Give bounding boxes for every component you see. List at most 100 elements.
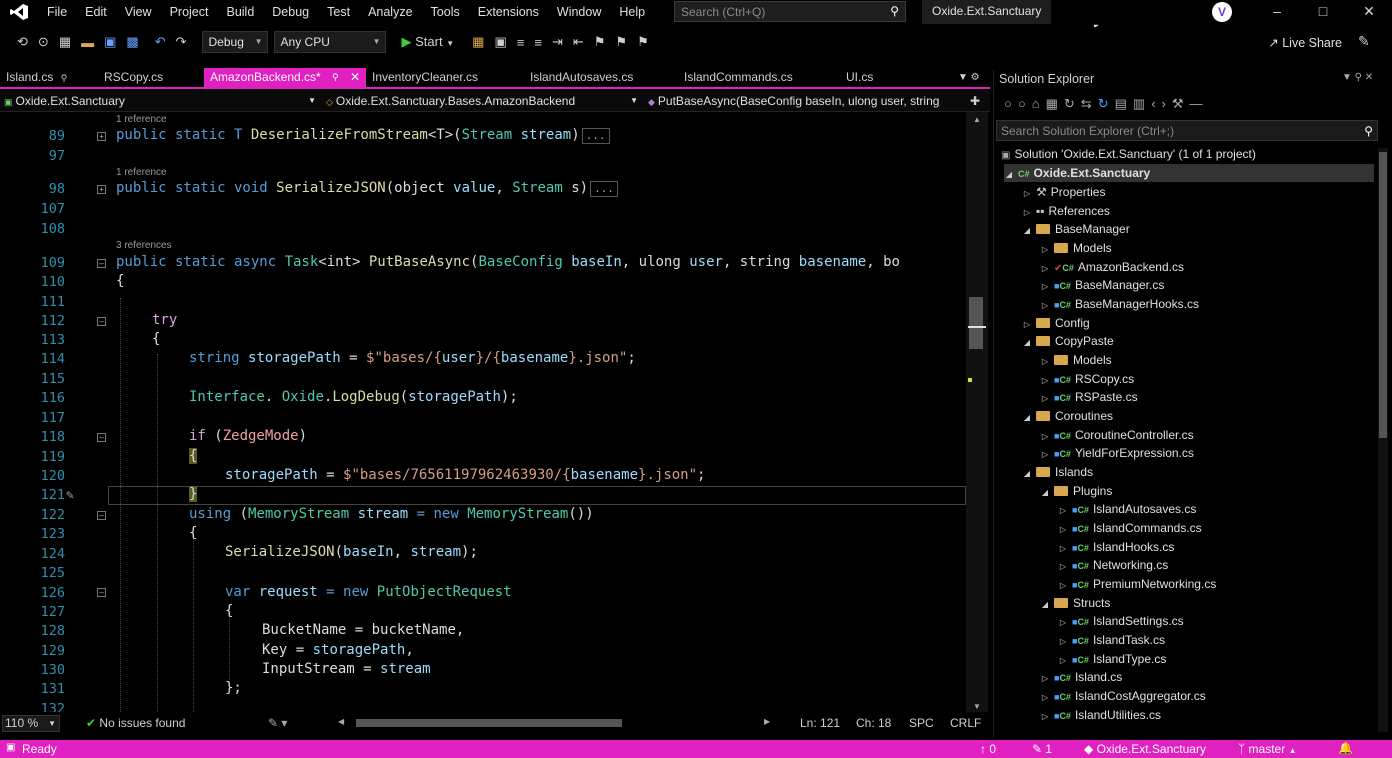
collapse-icon[interactable]: – bbox=[97, 588, 106, 597]
undo-icon[interactable]: ↶ bbox=[150, 34, 171, 50]
start-button[interactable]: ▶ Start ▼ bbox=[397, 34, 460, 50]
chevron-right-icon[interactable]: ▷ bbox=[1058, 614, 1068, 632]
tree-item-folder[interactable]: ◢ BaseManager bbox=[1022, 220, 1130, 238]
chevron-down-icon[interactable]: ◢ bbox=[1022, 222, 1032, 240]
code-icon[interactable]: ‹› bbox=[1151, 96, 1172, 111]
push-indicator[interactable]: ↑ 0 bbox=[980, 742, 996, 756]
tree-item-file[interactable]: ▷ ■C# RSPaste.cs bbox=[1040, 388, 1138, 406]
chevron-right-icon[interactable]: ▷ bbox=[1040, 278, 1050, 296]
menu-view[interactable]: View bbox=[116, 0, 161, 24]
scroll-up-icon[interactable]: ▲ bbox=[973, 115, 981, 124]
attach-icon[interactable]: ▦ bbox=[467, 34, 489, 50]
platform-dropdown[interactable]: Any CPU ▼ bbox=[273, 31, 386, 53]
tree-item-file[interactable]: ▷ ■C# IslandAutosaves.cs bbox=[1058, 500, 1196, 518]
tree-item-properties[interactable]: ▷ ⚒ Properties bbox=[1022, 183, 1106, 203]
collapsed-region[interactable]: ... bbox=[581, 128, 610, 144]
tree-item-folder[interactable]: ▷ Config bbox=[1022, 314, 1090, 332]
chevron-right-icon[interactable]: ▷ bbox=[1040, 446, 1050, 464]
menu-analyze[interactable]: Analyze bbox=[359, 0, 421, 24]
chevron-right-icon[interactable]: ▷ bbox=[1022, 185, 1032, 203]
tree-item-file[interactable]: ▷ ■C# BaseManagerHooks.cs bbox=[1040, 295, 1199, 313]
open-folder-icon[interactable]: ▬ bbox=[76, 35, 99, 50]
code-editor[interactable]: ✎ 89 97 98 107 108 109 110 111 112 113 1… bbox=[0, 112, 966, 712]
tree-item-file[interactable]: ▷ ■C# PremiumNetworking.cs bbox=[1058, 575, 1216, 593]
chevron-right-icon[interactable]: ▷ bbox=[1040, 670, 1050, 688]
menu-debug[interactable]: Debug bbox=[263, 0, 318, 24]
tab-island[interactable]: Island.cs ⚲ bbox=[0, 68, 98, 87]
issues-indicator[interactable]: ✔ No issues found bbox=[86, 716, 185, 731]
configuration-dropdown[interactable]: Debug ▼ bbox=[201, 31, 268, 53]
split-icon[interactable]: ✚ bbox=[970, 91, 980, 111]
tree-item-file[interactable]: ▷ ■C# IslandCostAggregator.cs bbox=[1040, 687, 1206, 705]
tree-item-file[interactable]: ▷ ■C# IslandSettings.cs bbox=[1058, 612, 1184, 630]
minimize-icon[interactable]: – bbox=[1254, 0, 1300, 24]
edit-icon[interactable]: ✎ bbox=[66, 488, 74, 503]
home-icon[interactable]: ⌂ bbox=[1032, 96, 1046, 111]
pending-changes-icon[interactable]: ↻ bbox=[1064, 96, 1081, 111]
panel-options-icon[interactable]: ▼ ⚲ ✕ bbox=[1342, 72, 1373, 83]
tab-islandautosaves[interactable]: IslandAutosaves.cs bbox=[524, 68, 676, 87]
horizontal-scrollbar-thumb[interactable] bbox=[356, 719, 622, 727]
align-icon[interactable]: ≡ bbox=[529, 35, 547, 50]
tree-item-file[interactable]: ▷ ■C# Networking.cs bbox=[1058, 556, 1168, 574]
scroll-down-icon[interactable]: ▼ bbox=[973, 702, 981, 711]
switch-views-icon[interactable]: ▦ bbox=[1046, 96, 1064, 111]
menu-file[interactable]: File bbox=[38, 0, 76, 24]
editor-vertical-scrollbar[interactable]: ▲ ▼ bbox=[966, 112, 988, 712]
codelens-references[interactable]: 3 references bbox=[116, 240, 172, 251]
tree-item-file[interactable]: ▷ ■C# IslandUtilities.cs bbox=[1040, 706, 1161, 724]
collapse-icon[interactable]: – bbox=[97, 317, 106, 326]
tree-item-references[interactable]: ▷ ▪▪ References bbox=[1022, 202, 1110, 220]
chevron-right-icon[interactable]: ▷ bbox=[1058, 521, 1068, 539]
repository-indicator[interactable]: ◆ Oxide.Ext.Sanctuary bbox=[1084, 742, 1206, 756]
tree-item-file[interactable]: ▷ ■C# IslandHooks.cs bbox=[1058, 538, 1174, 556]
search-input[interactable]: Search (Ctrl+Q) ⚲ bbox=[674, 1, 906, 22]
avatar[interactable]: V bbox=[1212, 2, 1232, 22]
refresh-icon[interactable]: ↻ bbox=[1098, 96, 1115, 111]
tab-rscopy[interactable]: RSCopy.cs bbox=[98, 68, 204, 87]
zoom-dropdown[interactable]: 110 % ▼ bbox=[2, 715, 60, 732]
tree-item-folder[interactable]: ▷ Models bbox=[1040, 351, 1112, 369]
codelens-references[interactable]: 1 reference bbox=[116, 167, 167, 178]
back-icon[interactable]: ○ bbox=[1004, 96, 1018, 111]
menu-window[interactable]: Window bbox=[548, 0, 610, 24]
back-icon[interactable]: ⟲ bbox=[12, 34, 33, 50]
save-all-icon[interactable]: ▩ bbox=[121, 34, 143, 50]
tree-item-solution[interactable]: ▣ Solution 'Oxide.Ext.Sanctuary' (1 of 1 … bbox=[1001, 145, 1256, 163]
sync-icon[interactable]: ⇆ bbox=[1081, 96, 1098, 111]
forward-icon[interactable]: ⊙ bbox=[33, 34, 54, 50]
chevron-down-icon[interactable]: ◢ bbox=[1040, 596, 1050, 614]
menu-project[interactable]: Project bbox=[161, 0, 218, 24]
menu-tools[interactable]: Tools bbox=[422, 0, 469, 24]
tree-item-folder[interactable]: ◢ Islands bbox=[1022, 463, 1093, 481]
bookmark-prev-icon[interactable]: ⚑ bbox=[610, 34, 632, 50]
pin-icon[interactable]: ⚲ bbox=[332, 68, 339, 87]
chevron-down-icon[interactable]: ◢ bbox=[1022, 409, 1032, 427]
tree-item-folder[interactable]: ◢ Structs bbox=[1040, 594, 1110, 612]
tree-item-file[interactable]: ▷ ✔C# AmazonBackend.cs bbox=[1040, 258, 1184, 276]
outdent-icon[interactable]: ⇤ bbox=[568, 34, 589, 50]
menu-edit[interactable]: Edit bbox=[76, 0, 116, 24]
collapse-icon[interactable]: – bbox=[97, 511, 106, 520]
branch-indicator[interactable]: ᛉ master ▲ bbox=[1238, 742, 1297, 756]
chevron-right-icon[interactable]: ▷ bbox=[1058, 558, 1068, 576]
menu-help[interactable]: Help bbox=[610, 0, 654, 24]
new-project-icon[interactable]: ▦ bbox=[54, 34, 76, 50]
chevron-down-icon[interactable]: ◢ bbox=[1022, 465, 1032, 483]
solution-explorer-search-input[interactable]: Search Solution Explorer (Ctrl+;) ⚲ bbox=[996, 120, 1378, 141]
tree-item-folder[interactable]: ▷ Models bbox=[1040, 239, 1112, 257]
maximize-icon[interactable]: □ bbox=[1300, 0, 1346, 24]
chevron-down-icon[interactable]: ◢ bbox=[1022, 334, 1032, 352]
tree-item-folder[interactable]: ◢ Coroutines bbox=[1022, 407, 1113, 425]
notifications-icon[interactable]: 🔔 bbox=[1338, 741, 1353, 755]
collapse-all-icon[interactable]: ▤ bbox=[1115, 96, 1133, 111]
tab-overflow-icon[interactable]: ▼ ⚙ bbox=[952, 68, 986, 87]
bookmark-next-icon[interactable]: ⚑ bbox=[632, 34, 654, 50]
menu-extensions[interactable]: Extensions bbox=[469, 0, 548, 24]
close-icon[interactable]: ✕ bbox=[1346, 0, 1392, 24]
tree-item-folder[interactable]: ◢ Plugins bbox=[1040, 482, 1112, 500]
codelens-references[interactable]: 1 reference bbox=[116, 114, 167, 125]
live-share-button[interactable]: ↗ Live Share bbox=[1268, 35, 1342, 50]
menu-build[interactable]: Build bbox=[217, 0, 263, 24]
whitespace-indicator[interactable]: SPC bbox=[909, 716, 934, 730]
